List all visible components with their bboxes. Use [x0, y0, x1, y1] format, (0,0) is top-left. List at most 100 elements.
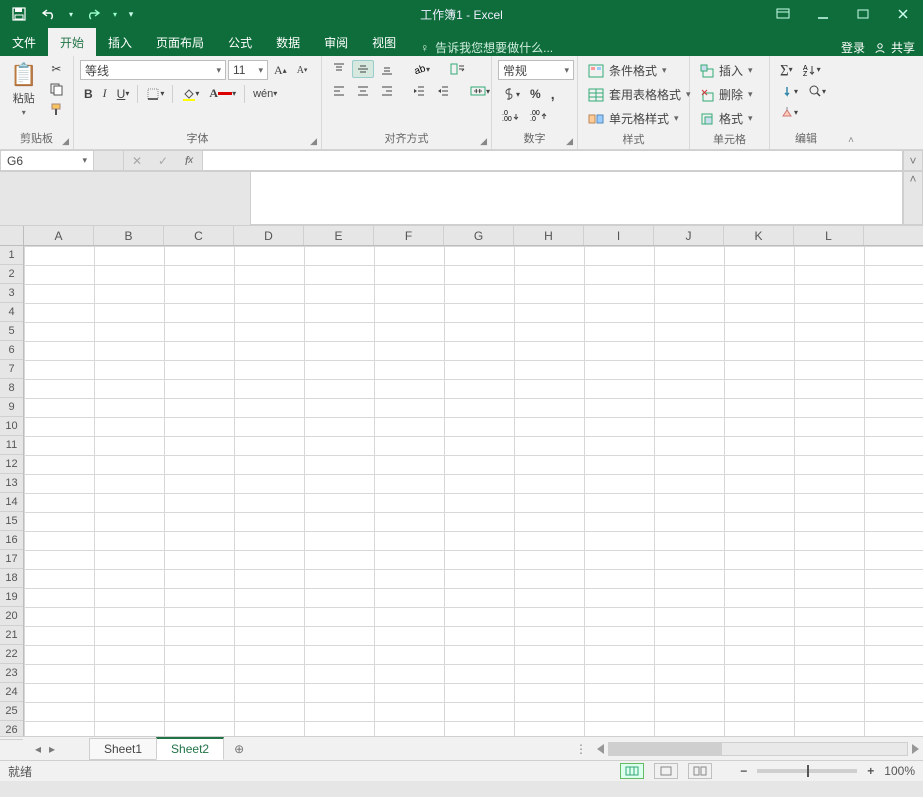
fill-button[interactable]: ▾ [776, 82, 802, 100]
row-header[interactable]: 24 [0, 683, 23, 702]
increase-decimal-button[interactable]: .0.00 [498, 108, 524, 124]
decrease-decimal-button[interactable]: .00.0 [526, 108, 552, 124]
formula-bar-expanded[interactable] [250, 172, 903, 225]
spreadsheet-grid[interactable]: ABCDEFGHIJKL 123456789101112131415161718… [0, 226, 923, 736]
sort-filter-button[interactable]: AZ▾ [799, 61, 825, 79]
tab-view[interactable]: 视图 [360, 28, 408, 56]
undo-dropdown[interactable]: ▾ [66, 2, 76, 26]
row-header[interactable]: 26 [0, 721, 23, 740]
column-header[interactable]: F [374, 226, 444, 245]
dialog-launcher-icon[interactable]: ◢ [566, 136, 573, 147]
row-header[interactable]: 7 [0, 360, 23, 379]
normal-view-button[interactable] [620, 763, 644, 779]
clear-button[interactable]: ▾ [776, 103, 802, 121]
row-header[interactable]: 14 [0, 493, 23, 512]
column-header[interactable]: L [794, 226, 864, 245]
formula-bar[interactable] [203, 150, 903, 171]
align-right-button[interactable] [376, 82, 398, 100]
align-top-button[interactable] [328, 60, 350, 78]
name-box[interactable]: G6▾ [0, 150, 94, 171]
cells-area[interactable] [24, 246, 923, 736]
row-header[interactable]: 17 [0, 550, 23, 569]
redo-dropdown[interactable]: ▾ [110, 2, 120, 26]
tell-me-search[interactable]: ♀ 告诉我您想要做什么... [420, 39, 553, 56]
decrease-font-button[interactable]: A▾ [293, 63, 312, 78]
tab-page-layout[interactable]: 页面布局 [144, 28, 216, 56]
row-header[interactable]: 3 [0, 284, 23, 303]
cut-button[interactable]: ✂ [45, 60, 67, 78]
close-button[interactable] [883, 0, 923, 28]
new-sheet-button[interactable]: ⊕ [224, 742, 254, 756]
orientation-button[interactable]: ab▾ [408, 60, 434, 78]
minimize-button[interactable] [803, 0, 843, 28]
row-header[interactable]: 25 [0, 702, 23, 721]
font-color-button[interactable]: A▾ [205, 84, 240, 103]
increase-font-button[interactable]: A▴ [270, 61, 291, 80]
zoom-out-button[interactable]: − [740, 764, 747, 778]
italic-button[interactable]: I [99, 84, 111, 103]
dialog-launcher-icon[interactable]: ◢ [310, 136, 317, 147]
column-header[interactable]: A [24, 226, 94, 245]
scroll-track[interactable] [608, 742, 908, 756]
column-headers[interactable]: ABCDEFGHIJKL [24, 226, 923, 246]
decrease-indent-button[interactable] [408, 82, 430, 100]
row-header[interactable]: 13 [0, 474, 23, 493]
wrap-text-button[interactable] [446, 60, 470, 78]
row-header[interactable]: 23 [0, 664, 23, 683]
percent-button[interactable]: % [526, 85, 545, 103]
bold-button[interactable]: B [80, 85, 97, 103]
select-all-corner[interactable] [0, 226, 24, 246]
horizontal-scrollbar[interactable] [593, 741, 923, 757]
format-painter-button[interactable] [45, 100, 67, 118]
row-header[interactable]: 16 [0, 531, 23, 550]
sign-in-link[interactable]: 登录 [841, 39, 865, 56]
scroll-thumb[interactable] [609, 743, 722, 755]
dialog-launcher-icon[interactable]: ◢ [62, 136, 69, 147]
collapse-formula-bar-button[interactable]: ˄ [903, 172, 923, 225]
font-size-combo[interactable]: 11▾ [228, 60, 268, 80]
ribbon-display-options[interactable] [763, 0, 803, 28]
save-button[interactable] [6, 2, 32, 26]
page-break-view-button[interactable] [688, 763, 712, 779]
cell-styles-button[interactable]: 单元格样式▾ [584, 108, 683, 129]
undo-button[interactable] [36, 2, 62, 26]
align-middle-button[interactable] [352, 60, 374, 78]
font-name-combo[interactable]: 等线▾ [80, 60, 226, 80]
column-header[interactable]: G [444, 226, 514, 245]
row-header[interactable]: 1 [0, 246, 23, 265]
merge-center-button[interactable]: ▾ [466, 82, 494, 100]
column-header[interactable]: H [514, 226, 584, 245]
sheet-tab-sheet2[interactable]: Sheet2 [156, 737, 224, 760]
column-header[interactable]: K [724, 226, 794, 245]
column-header[interactable]: I [584, 226, 654, 245]
row-header[interactable]: 15 [0, 512, 23, 531]
row-header[interactable]: 2 [0, 265, 23, 284]
row-header[interactable]: 22 [0, 645, 23, 664]
row-header[interactable]: 4 [0, 303, 23, 322]
underline-button[interactable]: U▾ [113, 85, 134, 103]
tab-home[interactable]: 开始 [48, 28, 96, 56]
align-left-button[interactable] [328, 82, 350, 100]
scroll-right-button[interactable] [912, 744, 919, 754]
row-header[interactable]: 18 [0, 569, 23, 588]
row-header[interactable]: 19 [0, 588, 23, 607]
number-format-combo[interactable]: 常规▾ [498, 60, 574, 80]
delete-cells-button[interactable]: 删除▾ [696, 84, 757, 105]
insert-cells-button[interactable]: 插入▾ [696, 60, 757, 81]
expand-formula-bar-button[interactable]: ˅ [903, 150, 923, 171]
row-header[interactable]: 5 [0, 322, 23, 341]
maximize-button[interactable] [843, 0, 883, 28]
format-as-table-button[interactable]: 套用表格格式▾ [584, 84, 695, 105]
qat-customize[interactable]: ▾ [124, 2, 138, 26]
sheet-tab-sheet1[interactable]: Sheet1 [89, 738, 157, 760]
row-header[interactable]: 11 [0, 436, 23, 455]
sheet-nav-buttons[interactable]: ◂▸ [0, 742, 90, 756]
comma-button[interactable]: , [547, 84, 559, 104]
copy-button[interactable] [45, 80, 67, 98]
row-header[interactable]: 8 [0, 379, 23, 398]
tab-review[interactable]: 审阅 [312, 28, 360, 56]
collapse-ribbon-button[interactable]: ˄ [842, 56, 860, 149]
tab-insert[interactable]: 插入 [96, 28, 144, 56]
row-headers[interactable]: 1234567891011121314151617181920212223242… [0, 246, 24, 736]
find-select-button[interactable]: ▾ [804, 82, 830, 100]
